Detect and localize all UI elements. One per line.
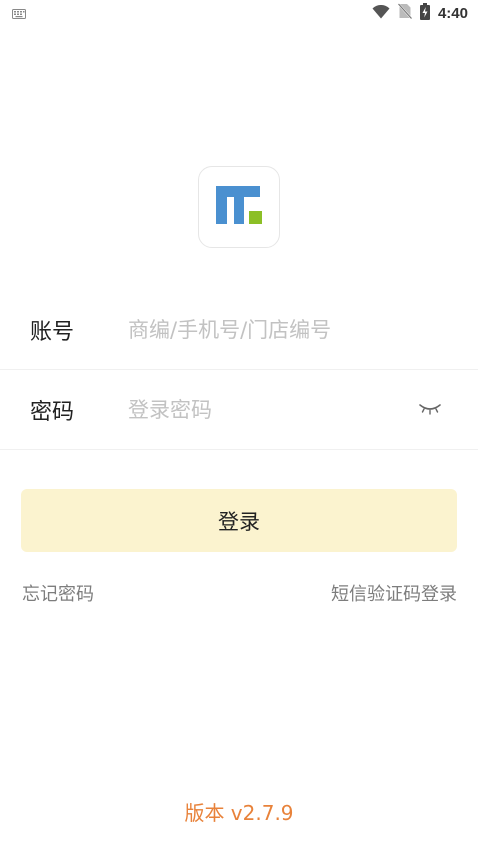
keyboard-icon <box>12 4 26 23</box>
password-row: 密码 <box>0 370 478 450</box>
sms-login-link[interactable]: 短信验证码登录 <box>331 580 457 606</box>
battery-charging-icon <box>419 2 430 24</box>
version-label: 版本 v2.7.9 <box>184 801 294 825</box>
account-input[interactable] <box>128 309 398 350</box>
app-logo-icon <box>216 186 262 228</box>
forgot-password-link[interactable]: 忘记密码 <box>22 580 94 606</box>
account-row: 账号 <box>0 290 478 370</box>
wifi-icon <box>372 4 390 23</box>
login-button[interactable]: 登录 <box>21 489 457 552</box>
no-sim-icon <box>397 3 413 23</box>
password-input[interactable] <box>128 389 398 430</box>
password-label: 密码 <box>30 399 75 425</box>
status-bar: 4:40 <box>0 0 478 26</box>
status-left <box>12 4 26 23</box>
app-logo <box>198 166 280 248</box>
password-visibility-toggle[interactable] <box>418 402 442 418</box>
status-time: 4:40 <box>437 4 468 22</box>
eye-closed-icon <box>419 400 441 419</box>
status-right: 4:40 <box>372 2 468 24</box>
account-label: 账号 <box>30 319 75 345</box>
